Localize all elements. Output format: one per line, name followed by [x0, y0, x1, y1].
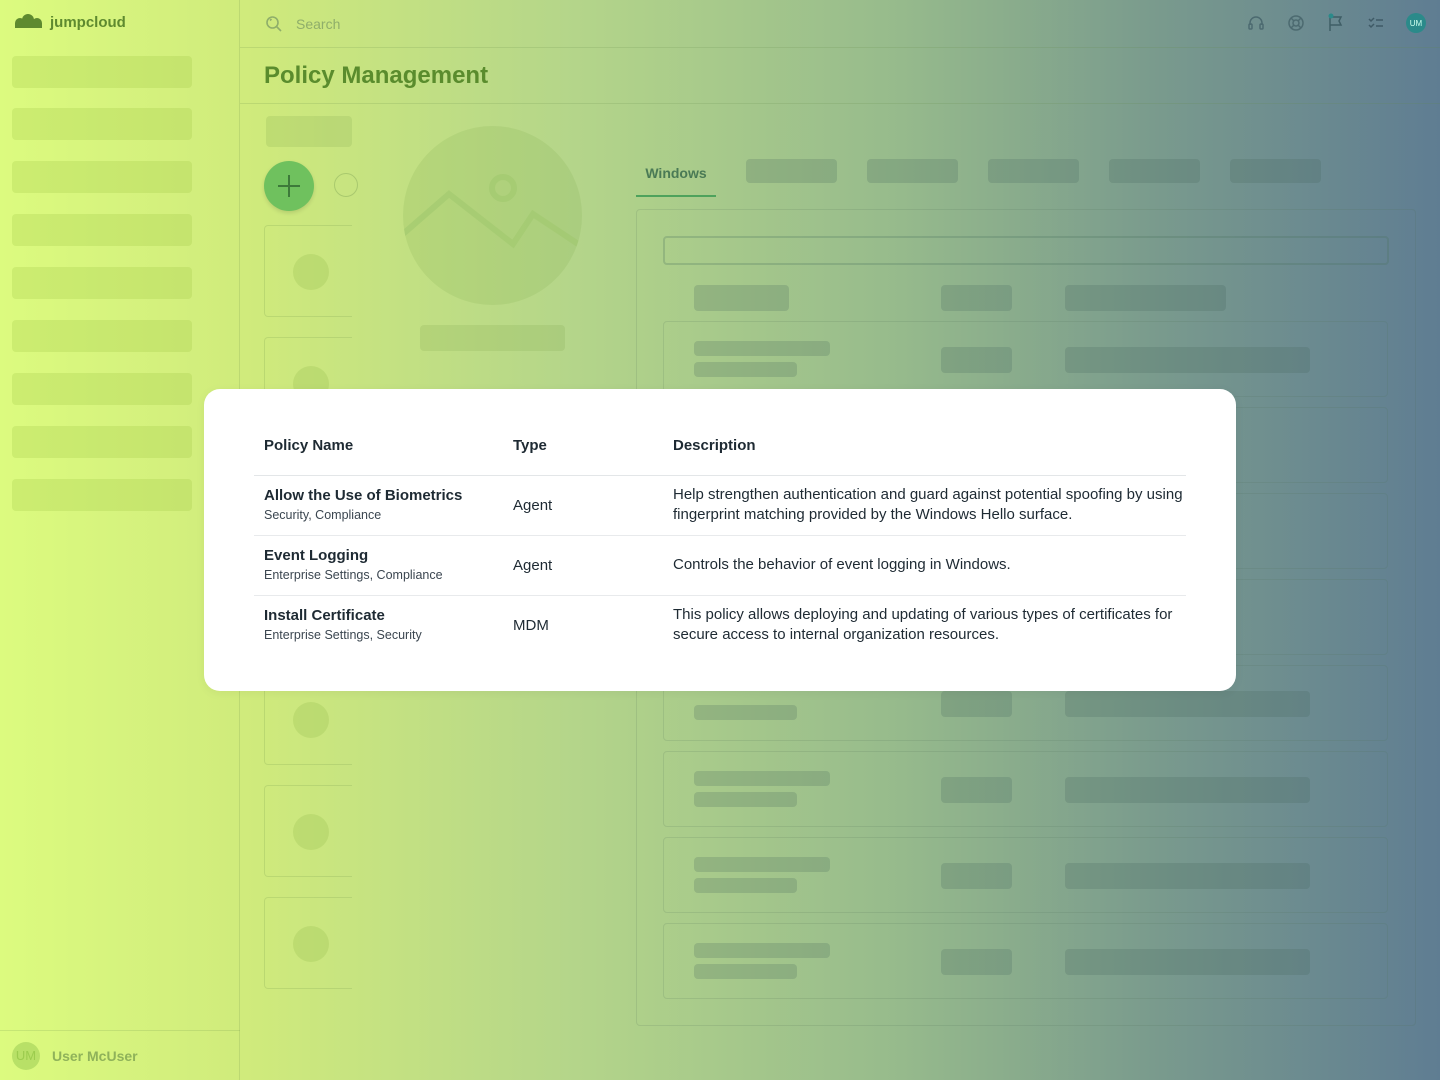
tab-placeholder[interactable] — [1109, 159, 1200, 183]
sidebar-item[interactable] — [12, 267, 192, 299]
search-input[interactable]: Search — [296, 16, 340, 32]
row-placeholder — [694, 705, 797, 720]
policy-card[interactable] — [264, 897, 352, 989]
tab-windows[interactable]: Windows — [636, 150, 716, 197]
row-placeholder — [694, 792, 797, 807]
policy-type: Agent — [513, 535, 672, 596]
sidebar-item[interactable] — [12, 108, 192, 140]
policy-description: Controls the behavior of event logging i… — [672, 535, 1186, 596]
user-menu[interactable]: UM User McUser — [0, 1030, 240, 1080]
column-header-type: Type — [513, 417, 672, 476]
title-placeholder — [420, 325, 565, 351]
user-name: User McUser — [52, 1047, 138, 1064]
tab-placeholder[interactable] — [1230, 159, 1321, 183]
row-placeholder — [1065, 777, 1310, 803]
top-bar: Search UM — [240, 0, 1440, 48]
policy-name-cell: Install Certificate Enterprise Settings,… — [254, 595, 513, 655]
row-placeholder — [941, 691, 1012, 717]
search-box[interactable]: Search — [264, 14, 340, 34]
table-filter-input[interactable] — [663, 236, 1389, 265]
row-placeholder — [1065, 691, 1310, 717]
policy-type: Agent — [513, 475, 672, 536]
row-placeholder — [694, 771, 830, 786]
header-placeholder — [694, 285, 789, 311]
sidebar-item[interactable] — [12, 161, 192, 193]
row-placeholder — [694, 964, 797, 979]
sidebar-item[interactable] — [12, 56, 192, 88]
policy-card[interactable] — [264, 225, 352, 317]
policy-card[interactable] — [264, 785, 352, 877]
policy-details-card: Policy Name Type Description Allow the U… — [204, 389, 1236, 691]
sidebar-item[interactable] — [12, 373, 192, 405]
jumpcloud-logo-icon — [15, 14, 42, 28]
image-placeholder-icon — [403, 126, 582, 305]
policy-tags: Enterprise Settings, Security — [264, 628, 422, 643]
policy-tags: Security, Compliance — [264, 508, 382, 522]
row-placeholder — [1065, 863, 1310, 889]
policy-type: MDM — [513, 616, 549, 634]
row-placeholder — [1065, 347, 1310, 373]
secondary-circle-button[interactable] — [334, 173, 358, 197]
image-icon — [293, 814, 329, 850]
policy-description: This policy allows deploying and updatin… — [673, 606, 1173, 644]
search-icon — [266, 16, 282, 32]
user-avatar: UM — [12, 1041, 40, 1070]
row-placeholder — [1065, 949, 1310, 975]
image-icon — [293, 254, 329, 290]
add-policy-button[interactable] — [264, 161, 314, 211]
row-placeholder — [941, 347, 1012, 373]
policy-name-cell: Allow the Use of Biometrics Security, Co… — [254, 475, 513, 536]
row-placeholder — [941, 949, 1012, 975]
policy-name-cell: Event Logging Enterprise Settings, Compl… — [254, 535, 513, 596]
help-icon[interactable] — [1286, 13, 1306, 33]
brand-logo[interactable]: jumpcloud — [12, 12, 126, 32]
sidebar-item[interactable] — [12, 426, 192, 458]
table-row[interactable]: Allow the Use of Biometrics Security, Co… — [254, 475, 1186, 536]
policy-name: Install Certificate — [264, 607, 385, 625]
headset-icon[interactable] — [1246, 13, 1266, 33]
sidebar-item[interactable] — [12, 320, 192, 352]
page-title: Policy Management — [264, 62, 489, 89]
policy-name: Allow the Use of Biometrics — [264, 487, 463, 504]
policy-tags: Enterprise Settings, Compliance — [264, 568, 443, 582]
divider — [240, 103, 1440, 104]
row-placeholder — [941, 777, 1012, 803]
policy-name: Event Logging — [264, 547, 369, 564]
row-placeholder — [694, 341, 830, 356]
row-placeholder — [694, 878, 797, 893]
image-icon — [293, 702, 329, 738]
table-header-row: Policy Name Type Description — [254, 417, 1186, 476]
tab-placeholder[interactable] — [988, 159, 1079, 183]
checklist-icon[interactable] — [1366, 13, 1386, 33]
row-placeholder — [694, 857, 830, 872]
top-icons: UM — [1246, 13, 1426, 33]
tab-placeholder[interactable] — [867, 159, 958, 183]
tab-placeholder[interactable] — [746, 159, 837, 183]
image-icon — [293, 926, 329, 962]
column-header-policy-name: Policy Name — [254, 417, 513, 476]
table-row[interactable]: Event Logging Enterprise Settings, Compl… — [254, 535, 1186, 596]
column-header-description: Description — [672, 417, 1186, 476]
flag-icon[interactable] — [1326, 13, 1346, 33]
policy-table: Policy Name Type Description Allow the U… — [254, 417, 1186, 655]
row-placeholder — [941, 863, 1012, 889]
table-row[interactable]: Install Certificate Enterprise Settings,… — [254, 595, 1186, 655]
brand-name: jumpcloud — [50, 13, 126, 31]
sidebar-item[interactable] — [12, 479, 192, 511]
row-placeholder — [694, 362, 797, 377]
header-placeholder — [941, 285, 1012, 311]
policy-description: Help strengthen authentication and guard… — [672, 475, 1186, 536]
row-placeholder — [694, 943, 830, 958]
header-placeholder — [1065, 285, 1226, 311]
filter-placeholder — [266, 116, 352, 147]
sidebar-item[interactable] — [12, 214, 192, 246]
plus-icon — [278, 175, 300, 197]
user-avatar-top[interactable]: UM — [1406, 13, 1426, 33]
